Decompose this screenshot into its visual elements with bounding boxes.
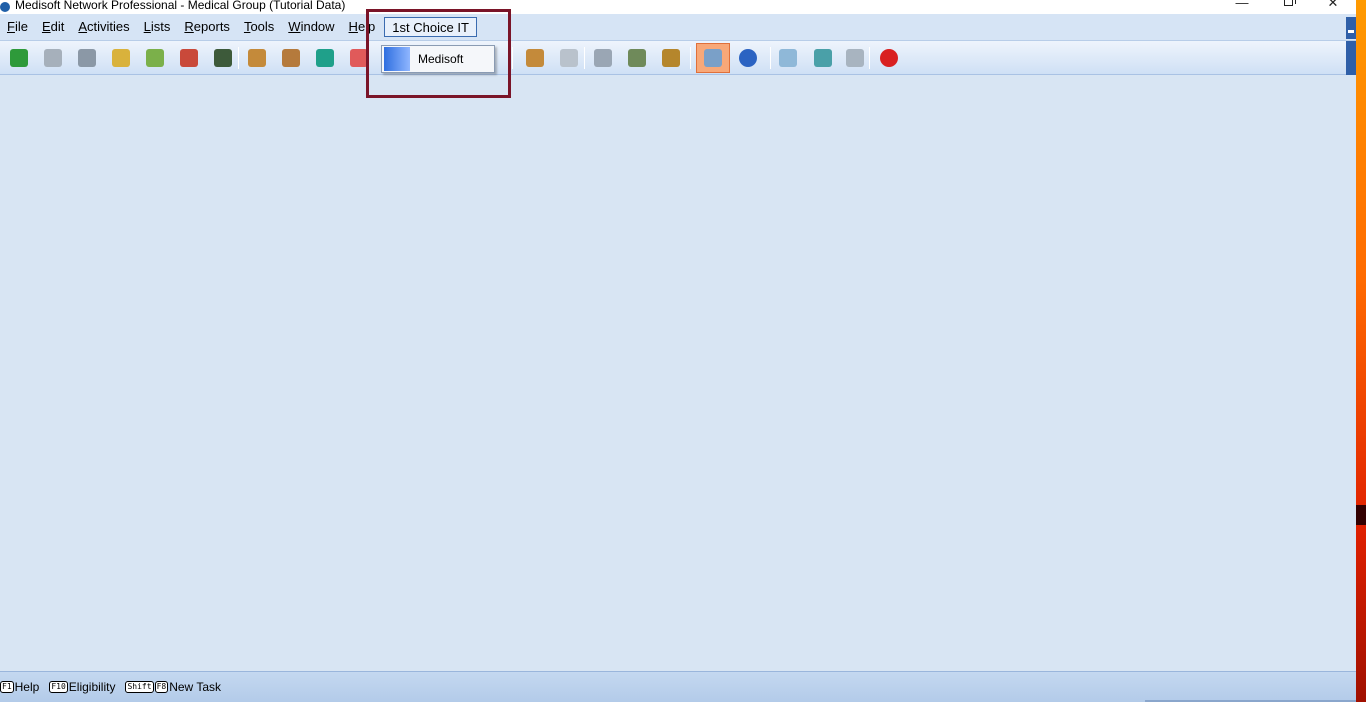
menu-reports-label: eports xyxy=(193,19,230,34)
desktop-edge xyxy=(1356,0,1366,702)
office-hours-button[interactable] xyxy=(211,46,235,70)
status-bar: F1 Help F10 Eligibility Shift F8 New Tas… xyxy=(0,671,1356,702)
transaction-entry-icon xyxy=(10,49,28,67)
main-client-area xyxy=(0,75,1356,671)
quick-ledger-icon xyxy=(594,49,612,67)
app-logo-icon xyxy=(0,2,10,12)
final-draft-icon xyxy=(662,49,680,67)
insurance-carrier-list-icon xyxy=(282,49,300,67)
menu-file-accel: F xyxy=(7,19,15,34)
menu-edit[interactable]: Edit xyxy=(35,17,71,37)
status-help-label: Help xyxy=(14,680,40,694)
minimize-button[interactable]: — xyxy=(1219,0,1265,11)
referring-provider-icon xyxy=(560,49,578,67)
provider-list-button[interactable] xyxy=(523,46,547,70)
deposit-list-button[interactable] xyxy=(109,46,133,70)
address-list-icon xyxy=(316,49,334,67)
status-eligibility-label: Eligibility xyxy=(68,680,116,694)
restore-window-icon xyxy=(1283,0,1296,6)
toolbar xyxy=(0,41,1356,75)
toolbar-separator xyxy=(770,47,771,69)
toolbar-separator xyxy=(869,47,870,69)
quick-balance-icon xyxy=(628,49,646,67)
deposit-list-icon xyxy=(112,49,130,67)
key-f8: F8 xyxy=(154,681,169,693)
menu-reports-accel: R xyxy=(184,19,194,34)
key-shift: Shift xyxy=(125,681,154,693)
menu-file-label: ile xyxy=(14,19,28,34)
menu-window[interactable]: Window xyxy=(281,17,341,37)
toolbar-separator xyxy=(690,47,691,69)
menu-help-accel: H xyxy=(348,19,358,34)
appointment-book-button[interactable] xyxy=(177,46,201,70)
toolbar-chevron-icon[interactable] xyxy=(1346,41,1356,75)
quick-balance-button[interactable] xyxy=(625,46,649,70)
desktop-edge-mark xyxy=(1356,505,1366,525)
restore-button[interactable] xyxy=(843,46,867,70)
toolbar-separator xyxy=(512,47,513,69)
menubar-chevron-icon[interactable] xyxy=(1346,17,1356,39)
annotation-highlight-box xyxy=(366,9,511,98)
quick-ledger-button[interactable] xyxy=(591,46,615,70)
final-draft-button[interactable] xyxy=(659,46,683,70)
referring-provider-button[interactable] xyxy=(557,46,581,70)
claim-management-button[interactable] xyxy=(41,46,65,70)
statement-management-button[interactable] xyxy=(143,46,167,70)
menu-window-accel: W xyxy=(288,19,301,34)
menu-window-label: indow xyxy=(300,19,335,34)
appointment-book-icon xyxy=(180,49,198,67)
status-help[interactable]: F1 Help xyxy=(0,680,39,694)
menu-file[interactable]: File xyxy=(0,17,35,37)
toolbar-separator xyxy=(584,47,585,69)
status-eligibility[interactable]: F10 Eligibility xyxy=(49,680,115,694)
toolbar-separator xyxy=(238,47,239,69)
restore-icon xyxy=(846,49,864,67)
menu-reports[interactable]: Reports xyxy=(177,17,237,37)
provider-list-icon xyxy=(526,49,544,67)
menu-tools[interactable]: Tools xyxy=(237,17,281,37)
backup-icon xyxy=(814,49,832,67)
office-hours-icon xyxy=(214,49,232,67)
help-icon xyxy=(739,49,757,67)
menu-edit-accel: E xyxy=(41,19,51,34)
insurance-carrier-list-button[interactable] xyxy=(279,46,303,70)
exit-icon xyxy=(880,49,898,67)
menu-lists[interactable]: Lists xyxy=(137,17,178,37)
backup-button[interactable] xyxy=(811,46,835,70)
transaction-entry-button[interactable] xyxy=(7,46,31,70)
exit-button[interactable] xyxy=(877,46,901,70)
patient-list-button[interactable] xyxy=(245,46,269,70)
user-manual-button[interactable] xyxy=(776,46,800,70)
close-button[interactable]: ✕ xyxy=(1310,0,1356,11)
patient-list-icon xyxy=(248,49,266,67)
window-title: Medisoft Network Professional - Medical … xyxy=(15,0,346,12)
maximize-restore-button[interactable] xyxy=(1265,0,1311,11)
key-f10: F10 xyxy=(49,681,68,693)
collection-list-button[interactable] xyxy=(75,46,99,70)
address-list-button[interactable] xyxy=(313,46,337,70)
menu-activities[interactable]: Activities xyxy=(71,17,136,37)
user-manual-icon xyxy=(779,49,797,67)
claim-management-icon xyxy=(44,49,62,67)
show-hide-hints-icon xyxy=(704,49,722,67)
menu-edit-label: dit xyxy=(50,19,65,34)
menu-bar: File Edit Activities Lists Reports Tools… xyxy=(0,14,1356,41)
menu-activities-accel: A xyxy=(78,19,88,34)
menu-lists-label: ists xyxy=(150,19,171,34)
status-new-task[interactable]: Shift F8 New Task xyxy=(125,680,221,694)
statement-management-icon xyxy=(146,49,164,67)
help-button[interactable] xyxy=(736,46,760,70)
key-f1: F1 xyxy=(0,681,14,693)
title-bar: Medisoft Network Professional - Medical … xyxy=(0,0,1356,14)
menu-lists-accel: L xyxy=(143,19,151,34)
status-new-task-label: New Task xyxy=(169,680,221,694)
menu-tools-label: ools xyxy=(250,19,275,34)
collection-list-icon xyxy=(78,49,96,67)
show-hide-hints-button[interactable] xyxy=(696,43,730,73)
menu-activities-label: ctivities xyxy=(87,19,130,34)
